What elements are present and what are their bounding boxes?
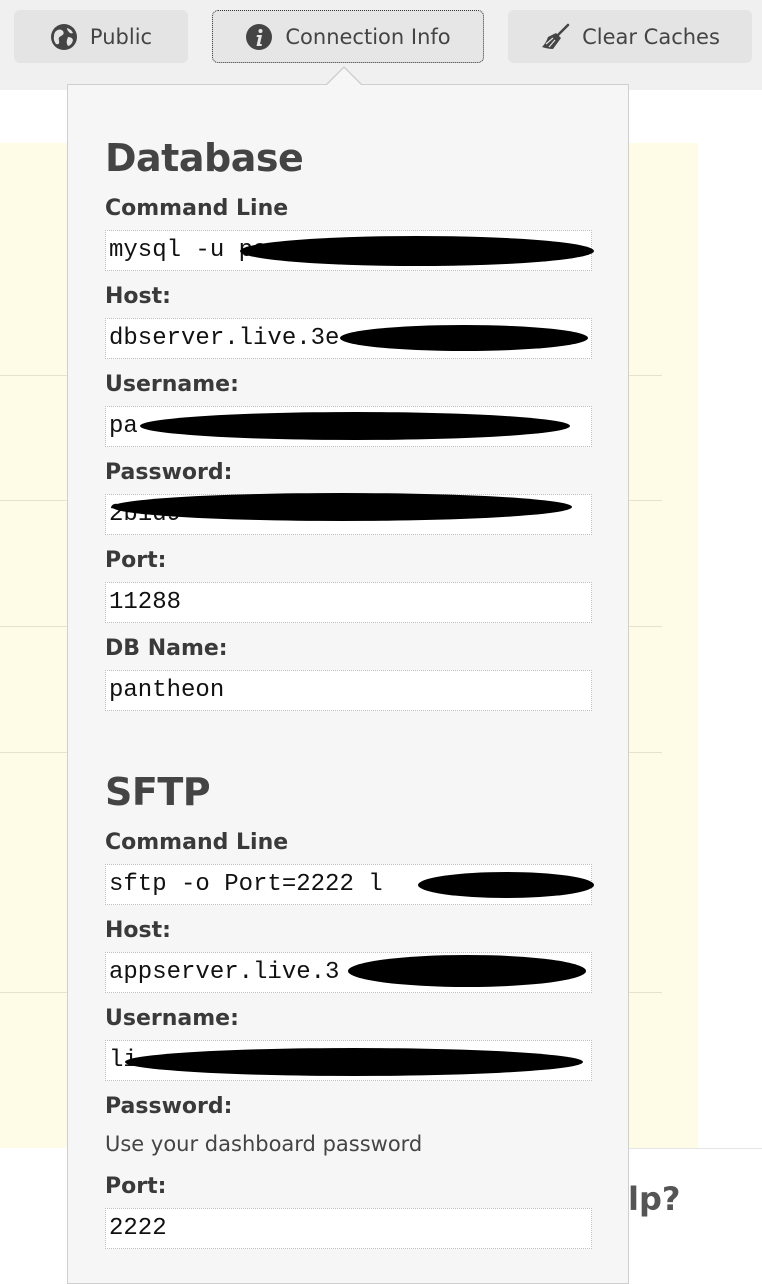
redaction-mark bbox=[340, 325, 588, 351]
sftp-section-title: SFTP bbox=[105, 770, 211, 814]
sftp-host-value: appserver.live.3 bbox=[109, 959, 340, 986]
db-username-label: Username: bbox=[105, 372, 239, 397]
sftp-port-field[interactable]: 2222 bbox=[105, 1208, 592, 1249]
redaction-mark bbox=[140, 412, 570, 440]
globe-icon bbox=[50, 23, 78, 51]
clear-caches-button[interactable]: Clear Caches bbox=[508, 10, 752, 63]
sftp-command-line-value: sftp -o Port=2222 l bbox=[109, 871, 383, 898]
redaction-mark bbox=[348, 955, 586, 987]
connection-info-button[interactable]: Connection Info bbox=[212, 10, 484, 63]
db-command-line-label: Command Line bbox=[105, 196, 289, 221]
db-host-label: Host: bbox=[105, 284, 171, 309]
redaction-mark bbox=[112, 493, 572, 521]
db-port-value: 11288 bbox=[109, 589, 182, 616]
db-username-value: pa bbox=[109, 413, 138, 440]
sftp-username-label: Username: bbox=[105, 1006, 239, 1031]
database-section-title: Database bbox=[105, 136, 304, 180]
public-button-label: Public bbox=[89, 24, 153, 49]
clear-caches-button-label: Clear Caches bbox=[582, 24, 720, 49]
db-name-field[interactable]: pantheon bbox=[105, 670, 592, 711]
connection-info-button-label: Connection Info bbox=[285, 24, 451, 49]
sftp-port-value: 2222 bbox=[109, 1215, 167, 1242]
sftp-port-label: Port: bbox=[105, 1174, 167, 1199]
sftp-host-label: Host: bbox=[105, 918, 171, 943]
sftp-password-label: Password: bbox=[105, 1094, 233, 1119]
db-name-label: DB Name: bbox=[105, 636, 228, 661]
sftp-command-line-label: Command Line bbox=[105, 830, 289, 855]
redaction-mark bbox=[240, 236, 594, 266]
popover-arrow-fill bbox=[327, 68, 361, 85]
db-name-value: pantheon bbox=[109, 677, 225, 704]
db-port-label: Port: bbox=[105, 548, 167, 573]
public-button[interactable]: Public bbox=[14, 10, 188, 63]
help-heading: lp? bbox=[628, 1180, 681, 1218]
info-icon bbox=[245, 23, 273, 51]
redaction-mark bbox=[418, 872, 594, 898]
db-port-field[interactable]: 11288 bbox=[105, 582, 592, 623]
db-host-value: dbserver.live.3e bbox=[109, 325, 340, 352]
redaction-mark bbox=[125, 1048, 583, 1076]
db-password-label: Password: bbox=[105, 460, 233, 485]
broom-icon bbox=[540, 23, 570, 51]
sftp-password-note: Use your dashboard password bbox=[105, 1132, 423, 1156]
